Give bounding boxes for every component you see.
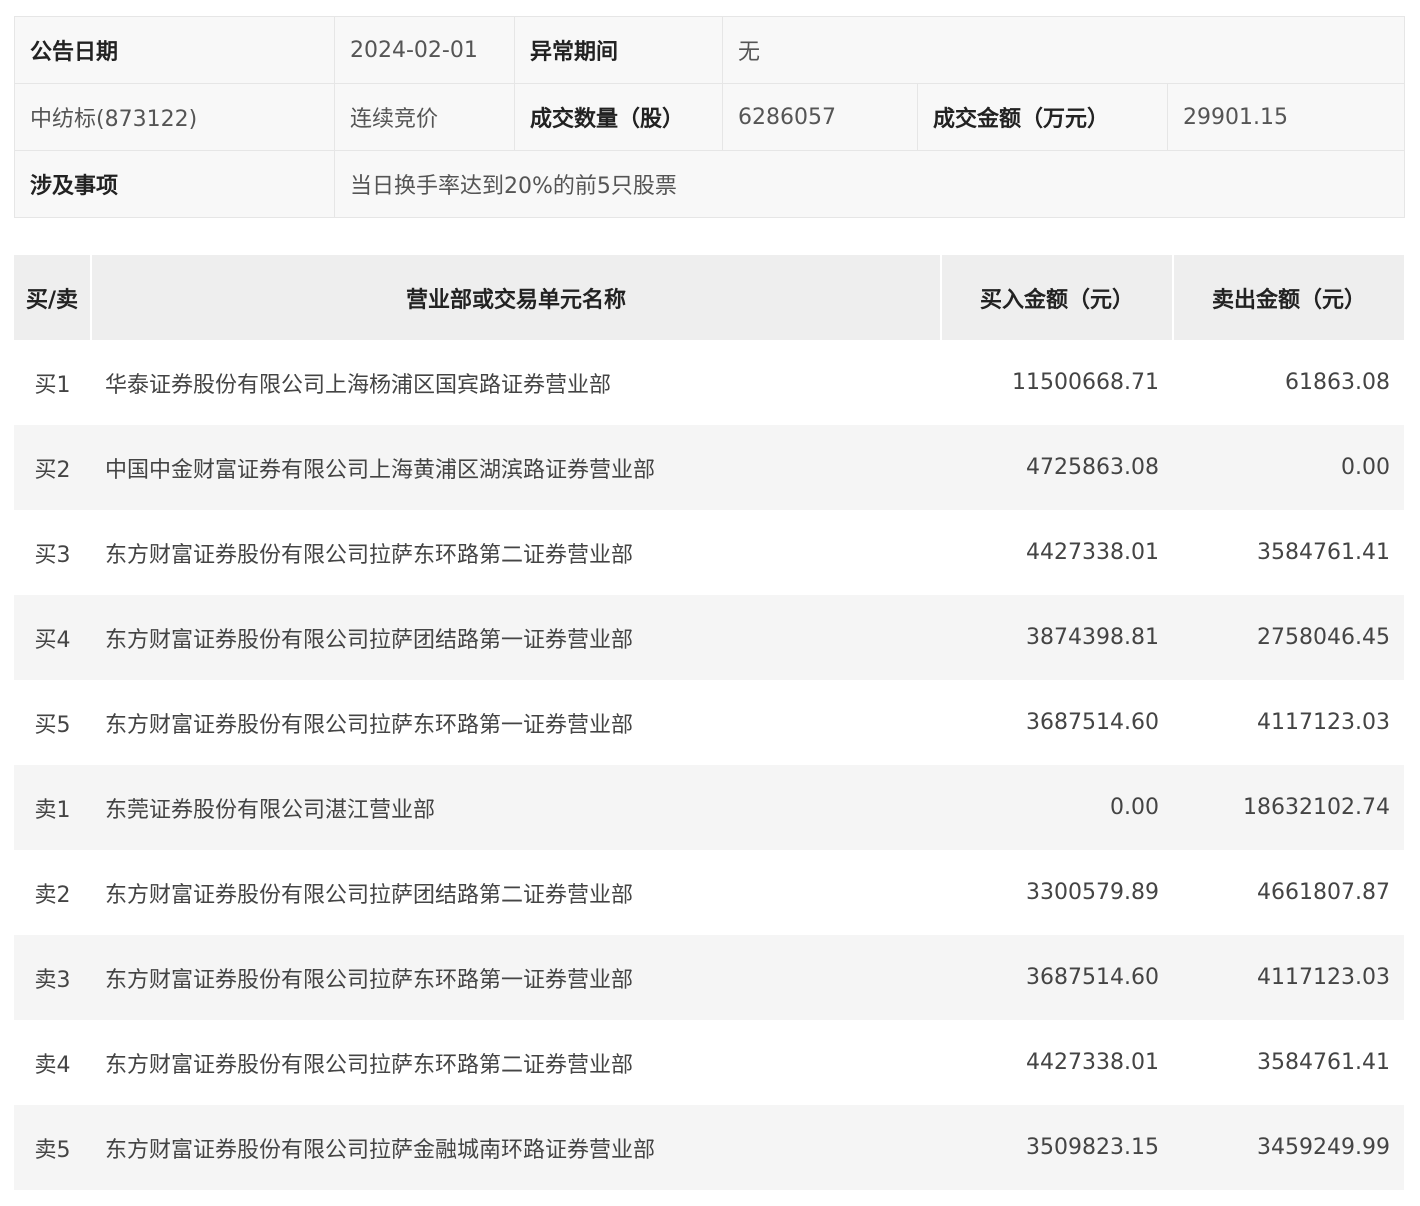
announcement-date-value: 2024-02-01 bbox=[334, 16, 515, 84]
row-sell-amount: 61863.08 bbox=[1173, 340, 1404, 425]
row-buy-amount: 3687514.60 bbox=[941, 680, 1173, 765]
row-side: 买5 bbox=[14, 680, 91, 765]
info-row-trade: 中纺标(873122) 连续竞价 成交数量（股） 6286057 成交金额（万元… bbox=[14, 83, 1405, 151]
row-sell-amount: 2758046.45 bbox=[1173, 595, 1404, 680]
row-sell-amount: 0.00 bbox=[1173, 425, 1404, 510]
table-row: 卖5 东方财富证券股份有限公司拉萨金融城南环路证券营业部 3509823.15 … bbox=[14, 1105, 1404, 1190]
table-row: 买2 中国中金财富证券有限公司上海黄浦区湖滨路证券营业部 4725863.08 … bbox=[14, 425, 1404, 510]
row-buy-amount: 0.00 bbox=[941, 765, 1173, 850]
stock-name: 中纺标(873122) bbox=[14, 83, 335, 151]
row-sell-amount: 4117123.03 bbox=[1173, 680, 1404, 765]
table-row: 买3 东方财富证券股份有限公司拉萨东环路第二证券营业部 4427338.01 3… bbox=[14, 510, 1404, 595]
volume-label: 成交数量（股） bbox=[514, 83, 723, 151]
row-buy-amount: 3509823.15 bbox=[941, 1105, 1173, 1190]
table-row: 买4 东方财富证券股份有限公司拉萨团结路第一证券营业部 3874398.81 2… bbox=[14, 595, 1404, 680]
table-row: 买5 东方财富证券股份有限公司拉萨东环路第一证券营业部 3687514.60 4… bbox=[14, 680, 1404, 765]
row-sell-amount: 4661807.87 bbox=[1173, 850, 1404, 935]
announcement-date-label: 公告日期 bbox=[14, 16, 335, 84]
row-side: 买4 bbox=[14, 595, 91, 680]
table-row: 买1 华泰证券股份有限公司上海杨浦区国宾路证券营业部 11500668.71 6… bbox=[14, 340, 1404, 425]
row-branch-name: 东方财富证券股份有限公司拉萨金融城南环路证券营业部 bbox=[91, 1105, 941, 1190]
row-branch-name: 东方财富证券股份有限公司拉萨东环路第一证券营业部 bbox=[91, 680, 941, 765]
abnormal-period-label: 异常期间 bbox=[514, 16, 723, 84]
announcement-info-table: 公告日期 2024-02-01 异常期间 无 中纺标(873122) 连续竞价 … bbox=[14, 16, 1405, 218]
header-buy-amount: 买入金额（元） bbox=[941, 255, 1174, 340]
row-sell-amount: 3459249.99 bbox=[1173, 1105, 1404, 1190]
row-side: 卖5 bbox=[14, 1105, 91, 1190]
abnormal-period-value: 无 bbox=[722, 16, 1405, 84]
table-header-row: 买/卖 营业部或交易单元名称 买入金额（元） 卖出金额（元） bbox=[14, 255, 1404, 340]
row-side: 买1 bbox=[14, 340, 91, 425]
row-branch-name: 中国中金财富证券有限公司上海黄浦区湖滨路证券营业部 bbox=[91, 425, 941, 510]
trade-method: 连续竞价 bbox=[334, 83, 515, 151]
row-sell-amount: 3584761.41 bbox=[1173, 1020, 1404, 1105]
row-branch-name: 东方财富证券股份有限公司拉萨团结路第二证券营业部 bbox=[91, 850, 941, 935]
row-branch-name: 东莞证券股份有限公司湛江营业部 bbox=[91, 765, 941, 850]
row-buy-amount: 3687514.60 bbox=[941, 935, 1173, 1020]
table-row: 卖1 东莞证券股份有限公司湛江营业部 0.00 18632102.74 bbox=[14, 765, 1404, 850]
row-buy-amount: 3300579.89 bbox=[941, 850, 1173, 935]
row-side: 卖4 bbox=[14, 1020, 91, 1105]
header-side: 买/卖 bbox=[14, 255, 92, 340]
row-sell-amount: 18632102.74 bbox=[1173, 765, 1404, 850]
volume-value: 6286057 bbox=[722, 83, 918, 151]
trading-details-table: 买/卖 营业部或交易单元名称 买入金额（元） 卖出金额（元） 买1 华泰证券股份… bbox=[14, 255, 1404, 1190]
info-row-date: 公告日期 2024-02-01 异常期间 无 bbox=[14, 16, 1405, 84]
table-row: 卖3 东方财富证券股份有限公司拉萨东环路第一证券营业部 3687514.60 4… bbox=[14, 935, 1404, 1020]
row-side: 卖3 bbox=[14, 935, 91, 1020]
amount-label: 成交金额（万元） bbox=[917, 83, 1168, 151]
table-row: 卖2 东方财富证券股份有限公司拉萨团结路第二证券营业部 3300579.89 4… bbox=[14, 850, 1404, 935]
amount-value: 29901.15 bbox=[1167, 83, 1405, 151]
row-buy-amount: 4427338.01 bbox=[941, 1020, 1173, 1105]
row-side: 卖2 bbox=[14, 850, 91, 935]
table-row: 卖4 东方财富证券股份有限公司拉萨东环路第二证券营业部 4427338.01 3… bbox=[14, 1020, 1404, 1105]
row-branch-name: 东方财富证券股份有限公司拉萨东环路第二证券营业部 bbox=[91, 510, 941, 595]
row-sell-amount: 3584761.41 bbox=[1173, 510, 1404, 595]
row-buy-amount: 4427338.01 bbox=[941, 510, 1173, 595]
header-branch-name: 营业部或交易单元名称 bbox=[91, 255, 942, 340]
row-buy-amount: 4725863.08 bbox=[941, 425, 1173, 510]
header-sell-amount: 卖出金额（元） bbox=[1173, 255, 1404, 340]
row-branch-name: 东方财富证券股份有限公司拉萨团结路第一证券营业部 bbox=[91, 595, 941, 680]
row-side: 买2 bbox=[14, 425, 91, 510]
matter-value: 当日换手率达到20%的前5只股票 bbox=[334, 150, 1405, 218]
row-side: 买3 bbox=[14, 510, 91, 595]
row-branch-name: 东方财富证券股份有限公司拉萨东环路第二证券营业部 bbox=[91, 1020, 941, 1105]
info-row-matter: 涉及事项 当日换手率达到20%的前5只股票 bbox=[14, 150, 1405, 218]
row-branch-name: 东方财富证券股份有限公司拉萨东环路第一证券营业部 bbox=[91, 935, 941, 1020]
row-buy-amount: 3874398.81 bbox=[941, 595, 1173, 680]
row-buy-amount: 11500668.71 bbox=[941, 340, 1173, 425]
row-sell-amount: 4117123.03 bbox=[1173, 935, 1404, 1020]
row-side: 卖1 bbox=[14, 765, 91, 850]
matter-label: 涉及事项 bbox=[14, 150, 335, 218]
row-branch-name: 华泰证券股份有限公司上海杨浦区国宾路证券营业部 bbox=[91, 340, 941, 425]
